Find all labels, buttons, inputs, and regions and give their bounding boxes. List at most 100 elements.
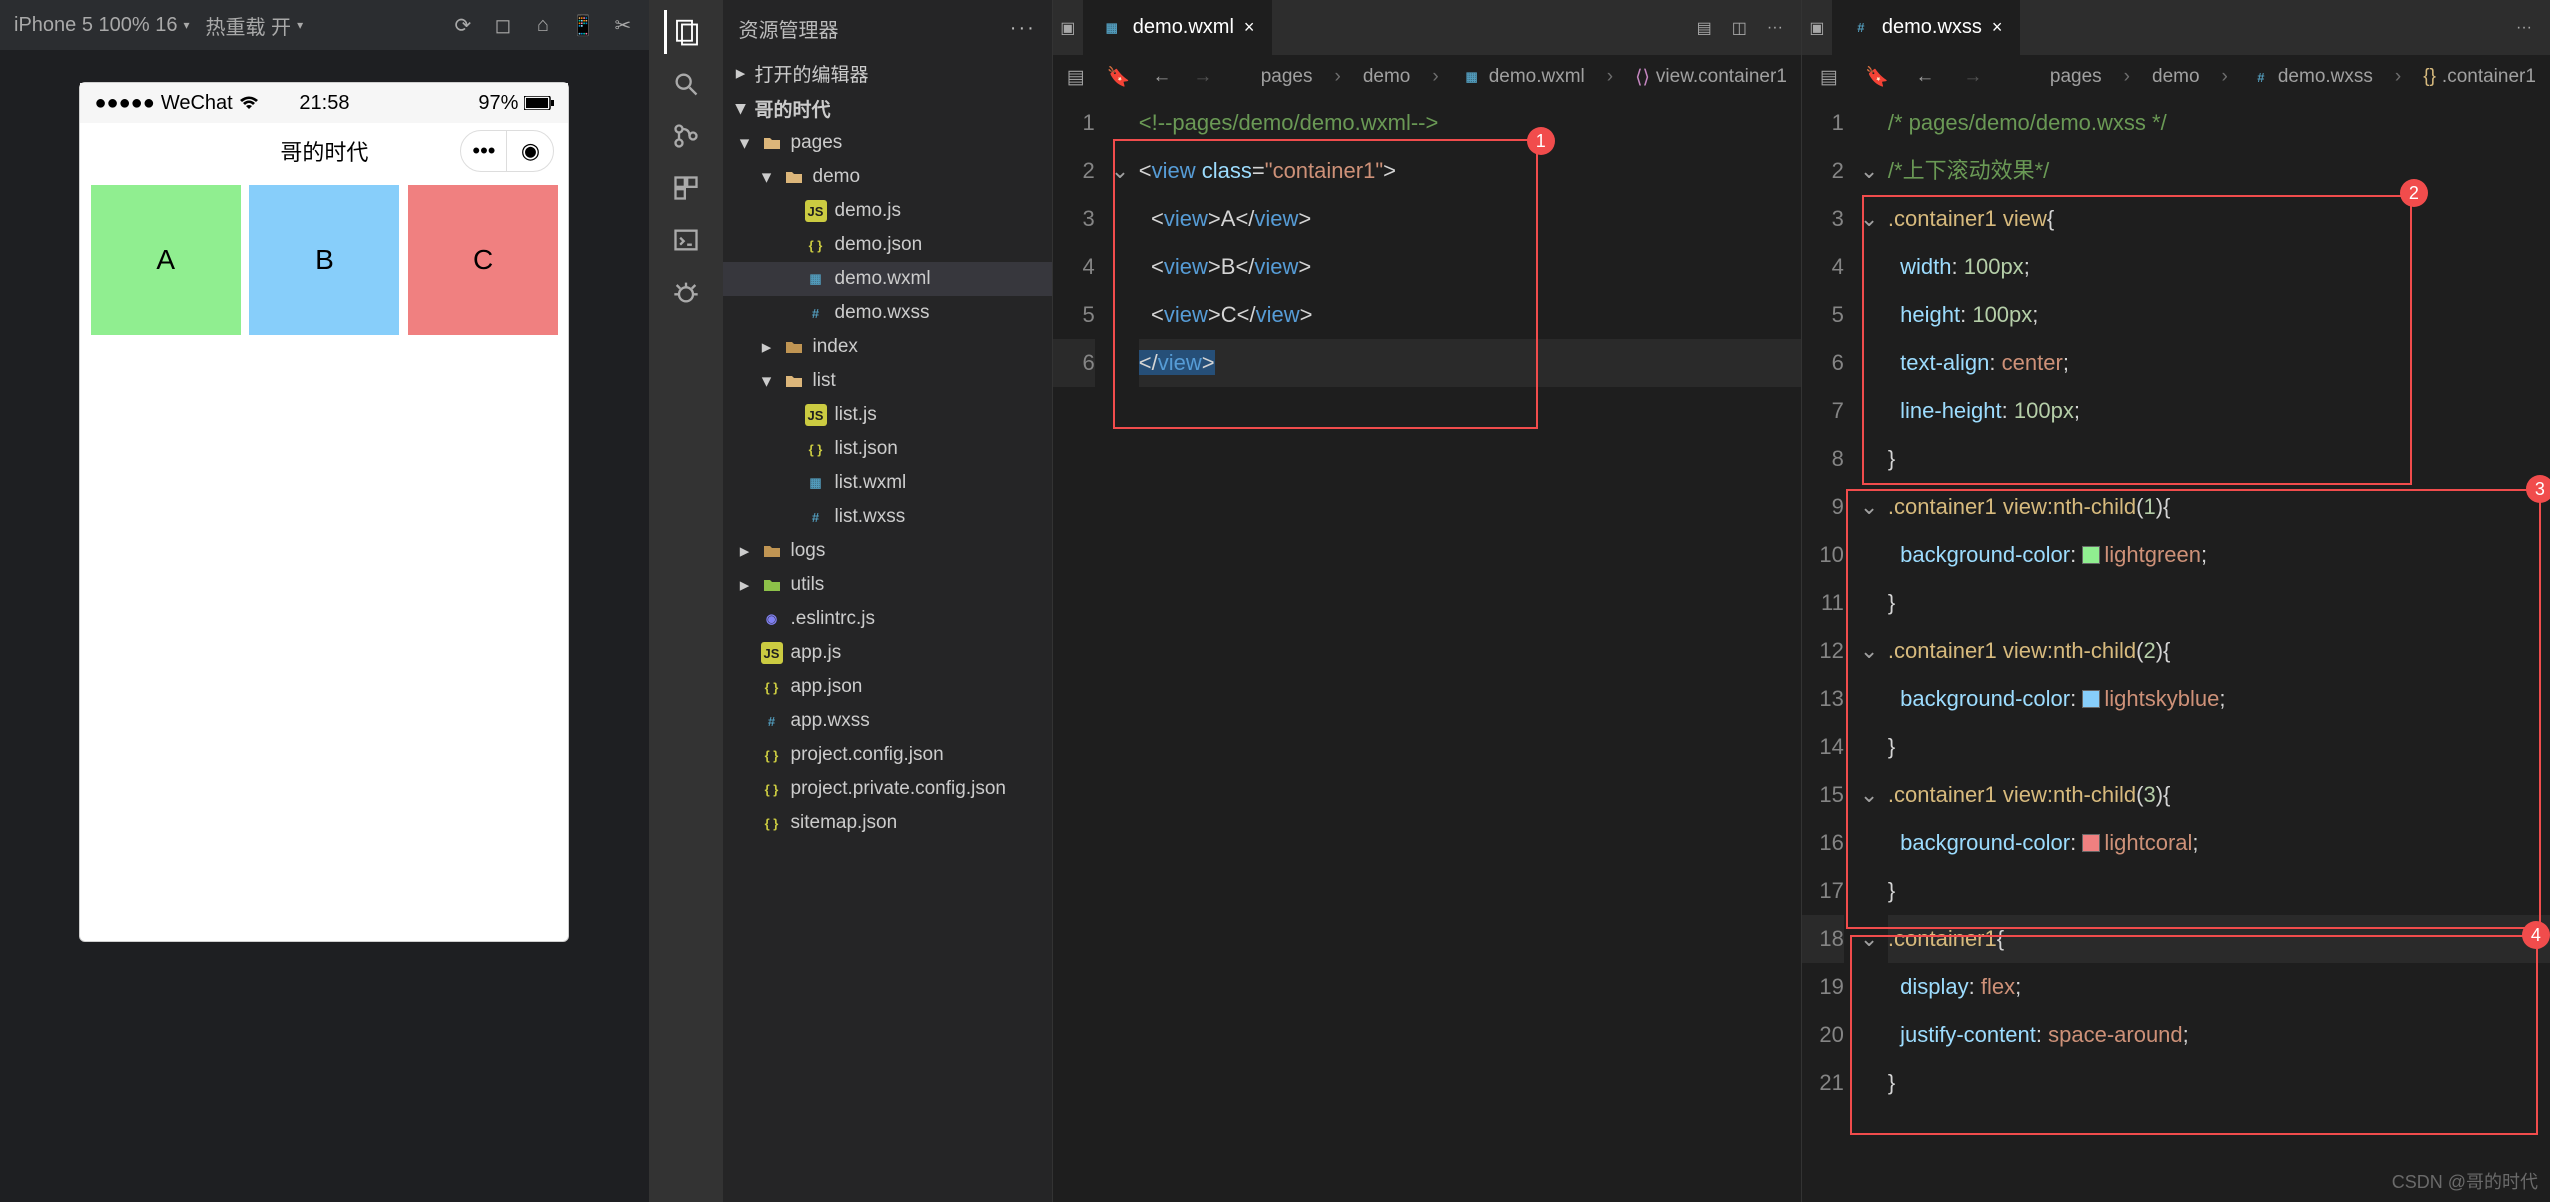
file-tree-item[interactable]: ◉.eslintrc.js [723, 602, 1052, 636]
code-editor[interactable]: 123456789101112131415161718192021 ⌄⌄⌄⌄⌄⌄… [1802, 99, 2550, 1202]
extensions-icon[interactable] [664, 166, 708, 210]
home-icon[interactable]: ◻︎ [491, 13, 515, 37]
nav-forward-icon[interactable]: → [1193, 64, 1212, 90]
file-icon: { } [761, 744, 783, 766]
capsule-buttons[interactable]: ••• ◉ [460, 130, 554, 172]
fold-icon[interactable]: ⌄ [1860, 158, 1878, 183]
breadcrumb[interactable]: {}.container1 [2423, 66, 2536, 88]
section-open-editors[interactable]: ▸打开的编辑器 [723, 56, 1052, 91]
device-label: iPhone 5 100% 16 [14, 14, 177, 37]
file-tree-item[interactable]: # list.wxss [723, 500, 1052, 534]
file-label: list.wxss [835, 506, 906, 528]
search-icon[interactable] [664, 62, 708, 106]
bookmark-icon[interactable]: 🔖 [1864, 64, 1890, 90]
file-label: app.js [791, 642, 842, 664]
annotation-badge: 3 [2526, 475, 2550, 503]
file-icon: ▦ [1461, 66, 1483, 88]
file-tree-item[interactable]: ▸utils [723, 568, 1052, 602]
panel-toggle-icon[interactable]: ▣ [1809, 18, 1824, 38]
file-tree-item[interactable]: JSapp.js [723, 636, 1052, 670]
battery-icon [524, 96, 554, 110]
close-icon[interactable]: × [1244, 17, 1255, 38]
tab-demo-wxss[interactable]: # demo.wxss × [1832, 0, 2021, 55]
refresh-icon[interactable]: ⟳ [451, 13, 475, 37]
code-editor[interactable]: 123456 ⌄ <!--pages/demo/demo.wxml--><vie… [1053, 99, 1801, 1202]
bookmark-icon[interactable]: 🔖 [1107, 64, 1131, 90]
nav-forward-icon[interactable]: → [1960, 64, 1986, 90]
file-tree-item[interactable]: ▾list [723, 364, 1052, 398]
simulator-toolbar: iPhone 5 100% 16 ▾ 热重载 开 ▾ ⟳ ◻︎ ⌂ 📱 ✂ [0, 0, 649, 50]
activity-bar [649, 0, 723, 1202]
git-icon[interactable] [664, 114, 708, 158]
file-label: list.js [835, 404, 877, 426]
hotreload-toggle[interactable]: 热重载 开 ▾ [206, 11, 304, 40]
device-select[interactable]: iPhone 5 100% 16 ▾ [14, 14, 190, 37]
breadcrumb[interactable]: ⟨⟩view.container1 [1635, 66, 1787, 89]
cut-icon[interactable]: ✂ [611, 13, 635, 37]
fold-icon[interactable]: ⌄ [1860, 638, 1878, 663]
fold-icon[interactable]: ⌄ [1860, 494, 1878, 519]
terminal-icon[interactable] [664, 218, 708, 262]
file-tree-item[interactable]: ▸logs [723, 534, 1052, 568]
demo-box-c: C [408, 185, 558, 335]
simulator-panel: iPhone 5 100% 16 ▾ 热重载 开 ▾ ⟳ ◻︎ ⌂ 📱 ✂ ●●… [0, 0, 649, 1202]
file-tree-item[interactable]: { }app.json [723, 670, 1052, 704]
file-tree-item[interactable]: { }project.config.json [723, 738, 1052, 772]
panel-toggle-icon[interactable]: ▣ [1060, 18, 1075, 38]
file-label: app.json [791, 676, 863, 698]
file-tree-item[interactable]: ▸index [723, 330, 1052, 364]
close-icon[interactable]: × [1992, 17, 2003, 38]
file-icon: ◉ [761, 608, 783, 630]
breadcrumb[interactable]: demo [1363, 66, 1411, 88]
file-label: index [813, 336, 858, 358]
nav-back-icon[interactable]: ← [1152, 64, 1171, 90]
file-tree-item[interactable]: #app.wxss [723, 704, 1052, 738]
file-tree-item[interactable]: { }project.private.config.json [723, 772, 1052, 806]
breadcrumb[interactable]: pages [1261, 66, 1313, 88]
phone-content: A B C [80, 179, 568, 941]
phone-navbar: 哥的时代 ••• ◉ [80, 123, 568, 179]
capsule-close-icon[interactable]: ◉ [507, 130, 553, 172]
bug-icon[interactable] [664, 270, 708, 314]
breadcrumb[interactable]: #demo.wxss [2250, 66, 2373, 88]
file-tree-item[interactable]: ▦demo.wxml [723, 262, 1052, 296]
tab-demo-wxml[interactable]: ▦ demo.wxml × [1083, 0, 1273, 55]
compare-icon[interactable]: ▤ [1697, 18, 1712, 38]
section-project[interactable]: ▾哥的时代 [723, 91, 1052, 126]
chevron-icon: ▾ [737, 132, 753, 155]
file-tree-item[interactable]: { }demo.json [723, 228, 1052, 262]
back-icon[interactable]: ⌂ [531, 13, 555, 37]
rotate-icon[interactable]: 📱 [571, 13, 595, 37]
breadcrumb[interactable]: demo [2152, 66, 2200, 88]
overflow-icon[interactable]: ··· [1767, 19, 1783, 37]
fold-icon[interactable]: ⌄ [1860, 206, 1878, 231]
file-icon: # [761, 710, 783, 732]
file-icon[interactable]: ▤ [1816, 64, 1842, 90]
split-icon[interactable]: ◫ [1732, 18, 1747, 38]
file-tree-item[interactable]: { }sitemap.json [723, 806, 1052, 840]
signal-icon: ●●●●● [94, 92, 154, 115]
nav-back-icon[interactable]: ← [1912, 64, 1938, 90]
file-icon[interactable]: ▤ [1067, 64, 1085, 90]
file-label: demo.wxml [835, 268, 931, 290]
file-icon: # [805, 506, 827, 528]
file-tree-item[interactable]: ▾pages [723, 126, 1052, 160]
file-tree-item[interactable]: { }list.json [723, 432, 1052, 466]
more-icon[interactable]: ··· [1010, 17, 1036, 40]
explorer-icon[interactable] [664, 10, 708, 54]
file-tree-item[interactable]: #demo.wxss [723, 296, 1052, 330]
capsule-menu-icon[interactable]: ••• [461, 130, 507, 172]
file-icon: ▦ [805, 472, 827, 494]
fold-icon[interactable]: ⌄ [1860, 926, 1878, 951]
fold-icon[interactable]: ⌄ [1111, 158, 1129, 183]
file-tree-item[interactable]: JSdemo.js [723, 194, 1052, 228]
breadcrumb[interactable]: pages [2050, 66, 2102, 88]
file-tree-item[interactable]: JSlist.js [723, 398, 1052, 432]
file-tree-item[interactable]: ▦list.wxml [723, 466, 1052, 500]
wifi-icon [239, 96, 259, 110]
watermark: CSDN @哥的时代 [2392, 1168, 2538, 1194]
file-tree-item[interactable]: ▾demo [723, 160, 1052, 194]
fold-icon[interactable]: ⌄ [1860, 782, 1878, 807]
overflow-icon[interactable]: ··· [2516, 19, 2532, 37]
breadcrumb[interactable]: ▦demo.wxml [1461, 66, 1585, 88]
